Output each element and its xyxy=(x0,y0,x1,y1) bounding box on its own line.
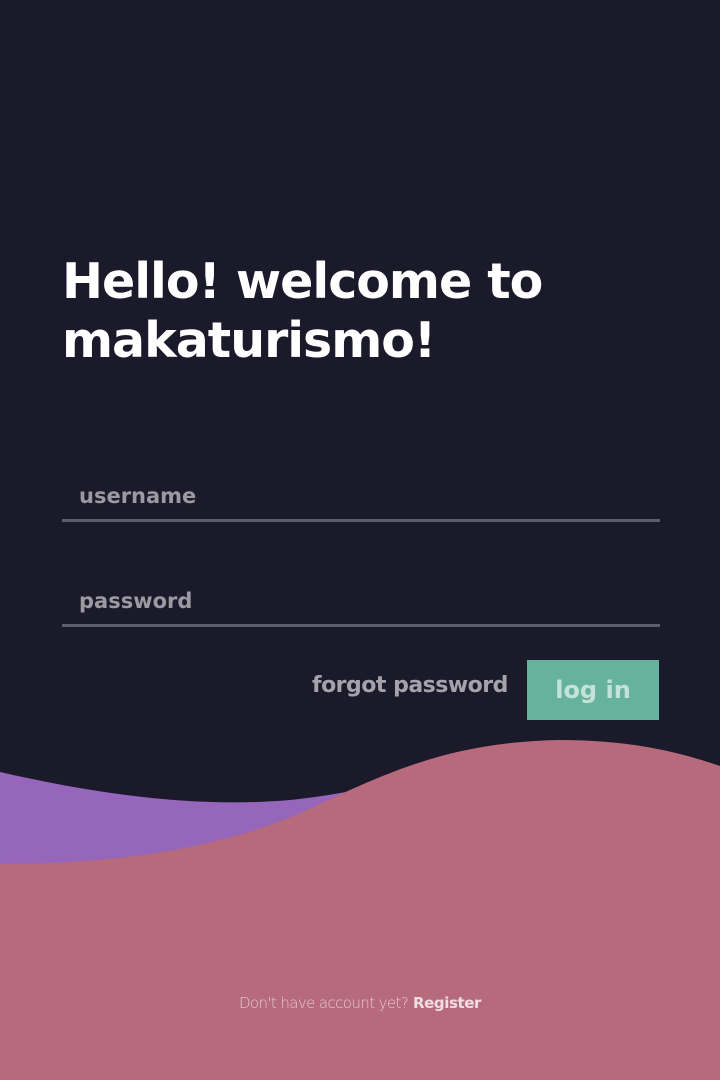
password-field xyxy=(62,577,660,627)
password-input[interactable] xyxy=(62,577,660,624)
register-prompt: Don't have account yet? Register xyxy=(0,994,720,1012)
welcome-title-line-1: Hello! welcome to xyxy=(62,253,543,310)
register-prompt-text: Don't have account yet? xyxy=(238,994,409,1012)
decorative-waves xyxy=(0,740,720,1080)
welcome-title: Hello! welcome to makaturismo! xyxy=(62,252,622,370)
pink-wave xyxy=(0,740,720,1080)
welcome-title-line-2: makaturismo! xyxy=(62,312,436,369)
forgot-password-link[interactable]: forgot password xyxy=(312,673,508,698)
username-field xyxy=(62,472,660,522)
username-input[interactable] xyxy=(62,472,660,519)
login-screen: Hello! welcome to makaturismo! forgot pa… xyxy=(0,0,720,1080)
register-link[interactable]: Register xyxy=(413,994,481,1012)
